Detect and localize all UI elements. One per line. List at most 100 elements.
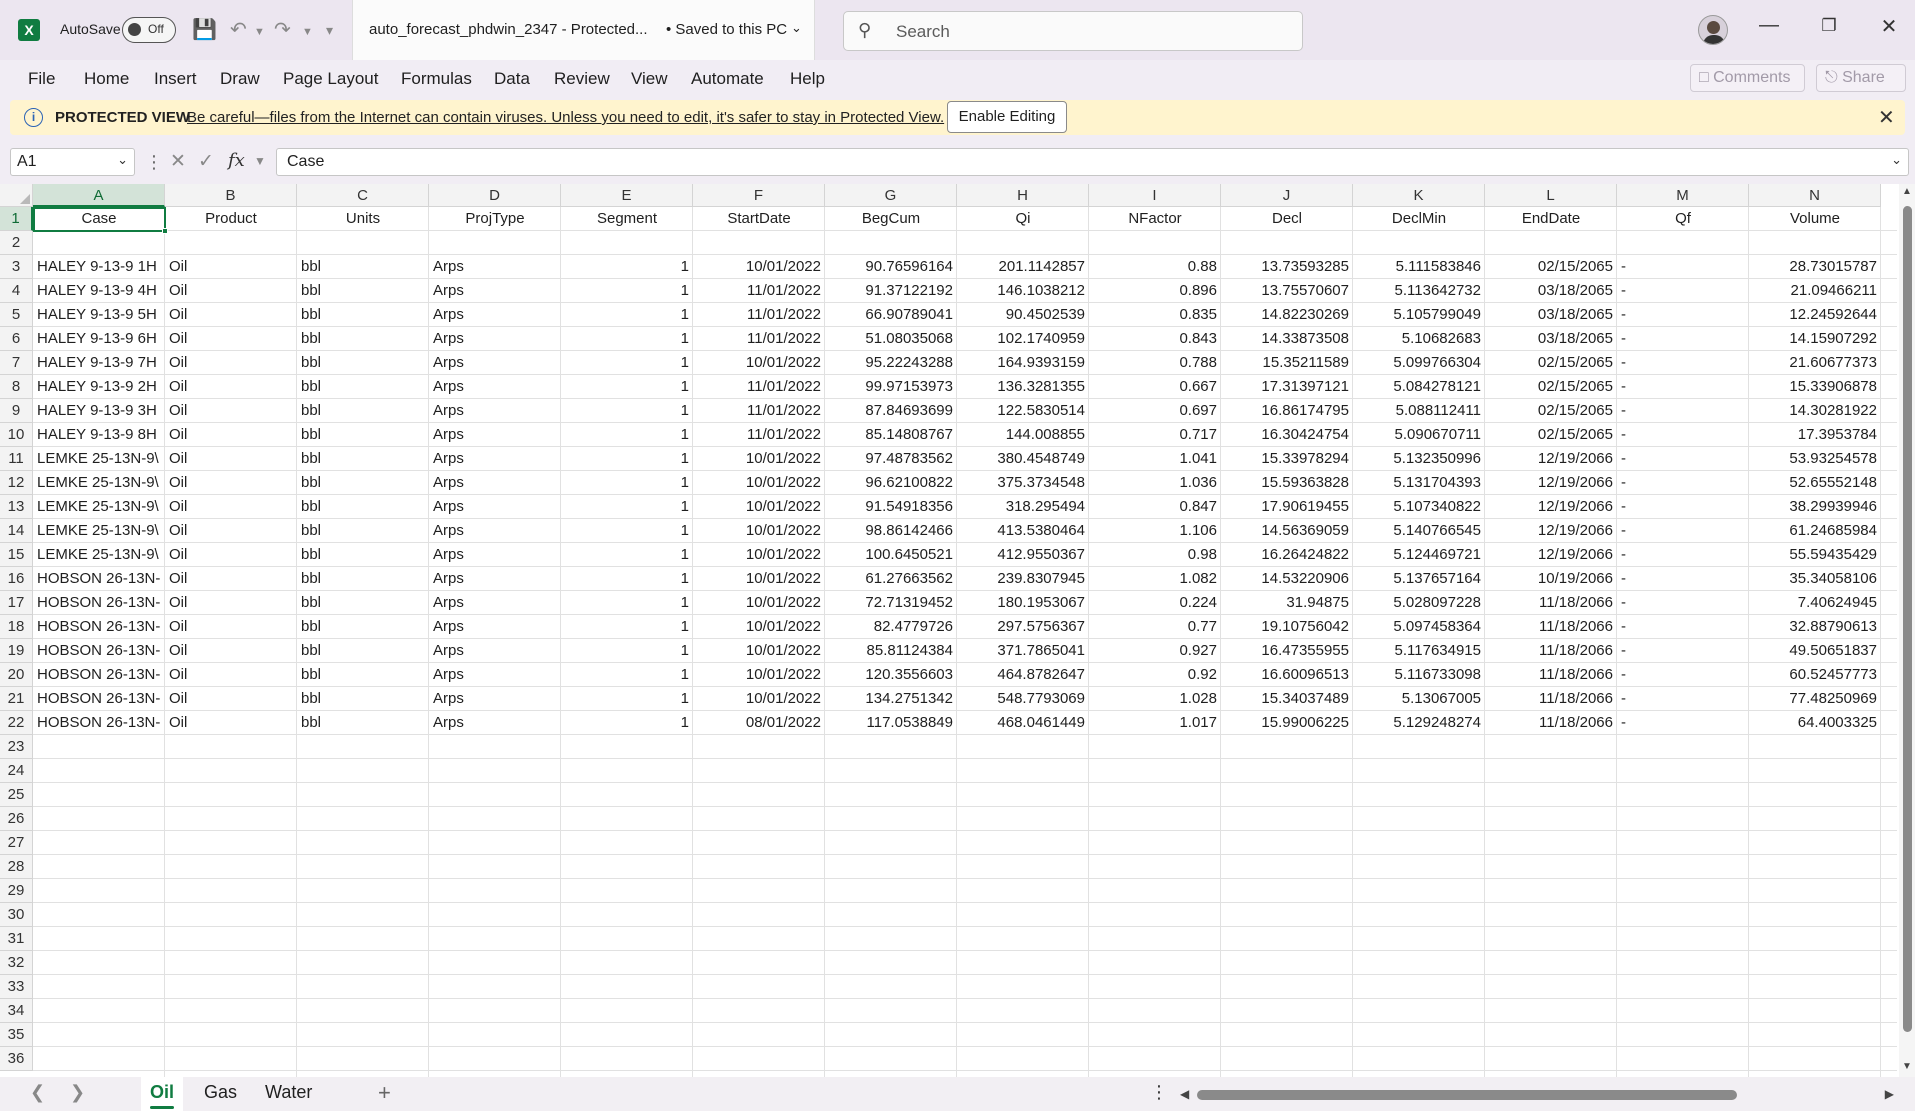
data-cell[interactable]: 0.667: [1089, 375, 1221, 399]
row-header-11[interactable]: 11: [0, 447, 33, 471]
data-cell[interactable]: 7.40624945: [1749, 591, 1881, 615]
data-cell[interactable]: 02/15/2065: [1485, 255, 1617, 279]
data-cell[interactable]: Arps: [429, 399, 561, 423]
data-cell[interactable]: 1: [561, 519, 693, 543]
data-cell[interactable]: 1: [561, 615, 693, 639]
row-header-16[interactable]: 16: [0, 567, 33, 591]
autosave-toggle[interactable]: Off: [122, 17, 176, 43]
data-cell[interactable]: 14.33873508: [1221, 327, 1353, 351]
data-cell[interactable]: -: [1617, 447, 1749, 471]
data-cell[interactable]: 98.86142466: [825, 519, 957, 543]
data-cell[interactable]: 10/01/2022: [693, 255, 825, 279]
data-cell[interactable]: Oil: [165, 471, 297, 495]
more-options-icon[interactable]: ⋮: [1150, 1082, 1168, 1103]
data-cell[interactable]: LEMKE 25-13N-9\: [33, 519, 165, 543]
data-cell[interactable]: 12/19/2066: [1485, 543, 1617, 567]
menu-view[interactable]: View: [631, 69, 668, 89]
data-cell[interactable]: 5.097458364: [1353, 615, 1485, 639]
protected-view-message-link[interactable]: Be careful—files from the Internet can c…: [187, 109, 944, 126]
data-cell[interactable]: 1: [561, 327, 693, 351]
data-cell[interactable]: Arps: [429, 591, 561, 615]
data-cell[interactable]: 28.73015787: [1749, 255, 1881, 279]
data-cell[interactable]: 72.71319452: [825, 591, 957, 615]
column-header-e[interactable]: E: [561, 184, 693, 207]
data-cell[interactable]: 03/18/2065: [1485, 279, 1617, 303]
data-cell[interactable]: 14.82230269: [1221, 303, 1353, 327]
row-header-33[interactable]: 33: [0, 975, 33, 999]
data-cell[interactable]: 10/01/2022: [693, 591, 825, 615]
data-cell[interactable]: 1: [561, 711, 693, 735]
data-cell[interactable]: Oil: [165, 447, 297, 471]
formula-input[interactable]: Case ⌄: [276, 148, 1909, 176]
data-cell[interactable]: -: [1617, 663, 1749, 687]
header-cell[interactable]: ProjType: [429, 207, 561, 231]
data-cell[interactable]: 371.7865041: [957, 639, 1089, 663]
row-header-24[interactable]: 24: [0, 759, 33, 783]
data-cell[interactable]: 0.697: [1089, 399, 1221, 423]
data-cell[interactable]: 0.77: [1089, 615, 1221, 639]
data-cell[interactable]: 144.008855: [957, 423, 1089, 447]
data-cell[interactable]: 10/01/2022: [693, 495, 825, 519]
column-header-b[interactable]: B: [165, 184, 297, 207]
data-cell[interactable]: 11/18/2066: [1485, 711, 1617, 735]
data-cell[interactable]: -: [1617, 567, 1749, 591]
data-cell[interactable]: 02/15/2065: [1485, 399, 1617, 423]
data-cell[interactable]: 10/01/2022: [693, 687, 825, 711]
data-cell[interactable]: 82.4779726: [825, 615, 957, 639]
data-cell[interactable]: 95.22243288: [825, 351, 957, 375]
data-cell[interactable]: bbl: [297, 711, 429, 735]
header-cell[interactable]: DeclMin: [1353, 207, 1485, 231]
restore-icon[interactable]: ❐: [1809, 16, 1849, 36]
data-cell[interactable]: 14.30281922: [1749, 399, 1881, 423]
data-cell[interactable]: -: [1617, 255, 1749, 279]
data-cell[interactable]: -: [1617, 495, 1749, 519]
column-header-k[interactable]: K: [1353, 184, 1485, 207]
data-cell[interactable]: 1: [561, 423, 693, 447]
data-cell[interactable]: 97.48783562: [825, 447, 957, 471]
data-cell[interactable]: 0.847: [1089, 495, 1221, 519]
data-cell[interactable]: 0.843: [1089, 327, 1221, 351]
row-header-7[interactable]: 7: [0, 351, 33, 375]
data-cell[interactable]: 11/18/2066: [1485, 639, 1617, 663]
data-cell[interactable]: bbl: [297, 591, 429, 615]
data-cell[interactable]: 1.036: [1089, 471, 1221, 495]
header-cell[interactable]: Qi: [957, 207, 1089, 231]
data-cell[interactable]: HALEY 9-13-9 2H: [33, 375, 165, 399]
data-cell[interactable]: 5.117634915: [1353, 639, 1485, 663]
row-header-22[interactable]: 22: [0, 711, 33, 735]
data-cell[interactable]: 61.24685984: [1749, 519, 1881, 543]
data-cell[interactable]: 5.131704393: [1353, 471, 1485, 495]
data-cell[interactable]: 102.1740959: [957, 327, 1089, 351]
data-cell[interactable]: 10/01/2022: [693, 447, 825, 471]
data-cell[interactable]: 61.27663562: [825, 567, 957, 591]
data-cell[interactable]: 10/01/2022: [693, 471, 825, 495]
data-cell[interactable]: 10/01/2022: [693, 543, 825, 567]
data-cell[interactable]: 17.31397121: [1221, 375, 1353, 399]
data-cell[interactable]: 14.56369059: [1221, 519, 1353, 543]
data-cell[interactable]: Arps: [429, 711, 561, 735]
data-cell[interactable]: Oil: [165, 711, 297, 735]
menu-insert[interactable]: Insert: [154, 69, 197, 89]
data-cell[interactable]: 239.8307945: [957, 567, 1089, 591]
scroll-left-icon[interactable]: ◀: [1180, 1087, 1189, 1101]
avatar[interactable]: [1698, 15, 1728, 45]
row-header-12[interactable]: 12: [0, 471, 33, 495]
row-header-19[interactable]: 19: [0, 639, 33, 663]
chevron-down-icon[interactable]: ⌄: [117, 152, 128, 168]
data-cell[interactable]: Oil: [165, 687, 297, 711]
data-cell[interactable]: HALEY 9-13-9 1H: [33, 255, 165, 279]
row-header-5[interactable]: 5: [0, 303, 33, 327]
data-cell[interactable]: -: [1617, 543, 1749, 567]
data-cell[interactable]: 66.90789041: [825, 303, 957, 327]
data-cell[interactable]: 11/01/2022: [693, 303, 825, 327]
data-cell[interactable]: -: [1617, 711, 1749, 735]
data-cell[interactable]: bbl: [297, 495, 429, 519]
data-cell[interactable]: 1: [561, 279, 693, 303]
data-cell[interactable]: 164.9393159: [957, 351, 1089, 375]
data-cell[interactable]: bbl: [297, 519, 429, 543]
menu-home[interactable]: Home: [84, 69, 129, 89]
data-cell[interactable]: 10/01/2022: [693, 567, 825, 591]
data-cell[interactable]: 1: [561, 663, 693, 687]
data-cell[interactable]: 380.4548749: [957, 447, 1089, 471]
data-cell[interactable]: -: [1617, 327, 1749, 351]
